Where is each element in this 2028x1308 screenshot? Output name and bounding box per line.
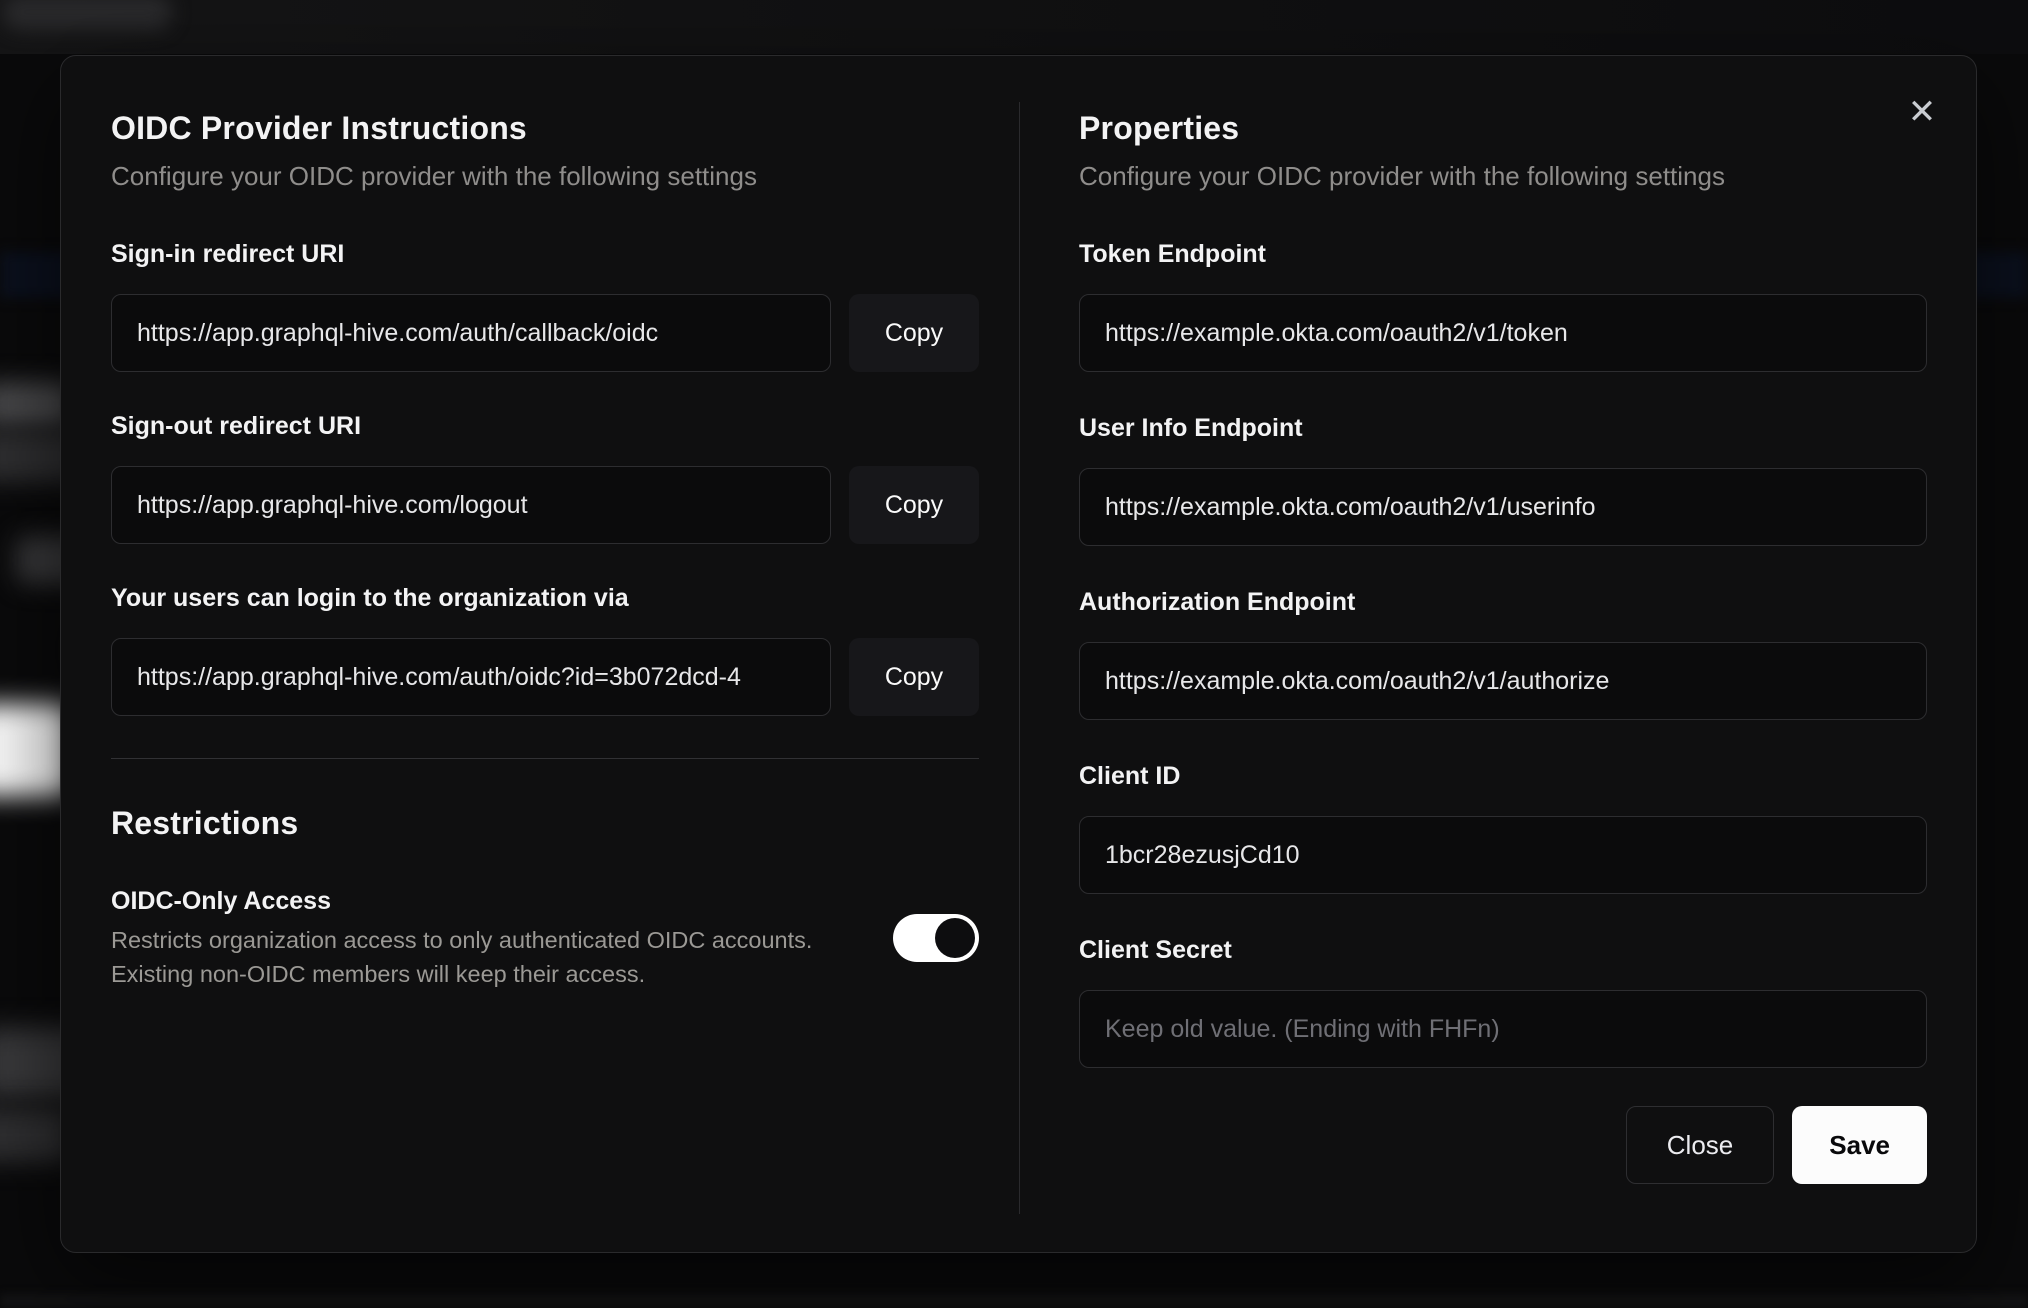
oidc-only-access-row: OIDC-Only Access Restricts organization … bbox=[111, 885, 979, 991]
dialog-actions: Close Save bbox=[1079, 1106, 1927, 1184]
background-footer-strip bbox=[0, 1294, 2028, 1308]
background-header-strip bbox=[0, 0, 2028, 54]
copy-login-uri-button[interactable]: Copy bbox=[849, 638, 979, 716]
copy-sign-out-uri-button[interactable]: Copy bbox=[849, 466, 979, 544]
copy-sign-in-uri-button[interactable]: Copy bbox=[849, 294, 979, 372]
sign-in-redirect-uri-row: Copy bbox=[111, 294, 979, 372]
properties-title: Properties bbox=[1079, 110, 1240, 146]
background-logo-blur bbox=[2, 0, 172, 30]
sign-out-redirect-uri-row: Copy bbox=[111, 466, 979, 544]
close-button[interactable]: Close bbox=[1625, 1106, 1775, 1184]
instructions-pane: OIDC Provider Instructions Configure you… bbox=[61, 56, 1019, 1252]
token-endpoint-input[interactable] bbox=[1079, 294, 1927, 372]
sign-out-redirect-uri-label: Sign-out redirect URI bbox=[111, 412, 362, 440]
client-secret-label: Client Secret bbox=[1079, 936, 1232, 964]
oidc-only-access-toggle[interactable] bbox=[893, 914, 979, 962]
toggle-knob bbox=[935, 918, 975, 958]
close-icon: ✕ bbox=[1907, 93, 1937, 131]
user-info-endpoint-input[interactable] bbox=[1079, 468, 1927, 546]
client-id-input[interactable] bbox=[1079, 816, 1927, 894]
user-info-endpoint-label: User Info Endpoint bbox=[1079, 414, 1303, 442]
token-endpoint-label: Token Endpoint bbox=[1079, 240, 1267, 268]
oidc-only-access-info: OIDC-Only Access Restricts organization … bbox=[111, 885, 893, 991]
oidc-settings-dialog: ✕ OIDC Provider Instructions Configure y… bbox=[60, 55, 1977, 1253]
properties-subtitle: Configure your OIDC provider with the fo… bbox=[1079, 161, 1725, 191]
authorization-endpoint-input[interactable] bbox=[1079, 642, 1927, 720]
instructions-title: OIDC Provider Instructions bbox=[111, 110, 527, 146]
page-background: ✕ OIDC Provider Instructions Configure y… bbox=[0, 0, 2028, 1308]
instructions-subtitle: Configure your OIDC provider with the fo… bbox=[111, 161, 757, 191]
sign-out-redirect-uri-input[interactable] bbox=[111, 466, 831, 544]
oidc-only-access-label: OIDC-Only Access bbox=[111, 887, 331, 915]
sign-in-redirect-uri-input[interactable] bbox=[111, 294, 831, 372]
organization-login-uri-row: Copy bbox=[111, 638, 979, 716]
authorization-endpoint-label: Authorization Endpoint bbox=[1079, 588, 1356, 616]
organization-login-uri-label: Your users can login to the organization… bbox=[111, 584, 629, 612]
sign-in-redirect-uri-label: Sign-in redirect URI bbox=[111, 240, 345, 268]
properties-pane: Properties Configure your OIDC provider … bbox=[1020, 56, 1976, 1252]
client-id-label: Client ID bbox=[1079, 762, 1181, 790]
restrictions-title: Restrictions bbox=[111, 805, 299, 841]
client-secret-input[interactable] bbox=[1079, 990, 1927, 1068]
oidc-only-access-description: Restricts organization access to only au… bbox=[111, 927, 813, 987]
organization-login-uri-input[interactable] bbox=[111, 638, 831, 716]
save-button[interactable]: Save bbox=[1792, 1106, 1927, 1184]
dialog-close-button[interactable]: ✕ bbox=[1902, 92, 1942, 132]
section-divider bbox=[111, 758, 979, 759]
